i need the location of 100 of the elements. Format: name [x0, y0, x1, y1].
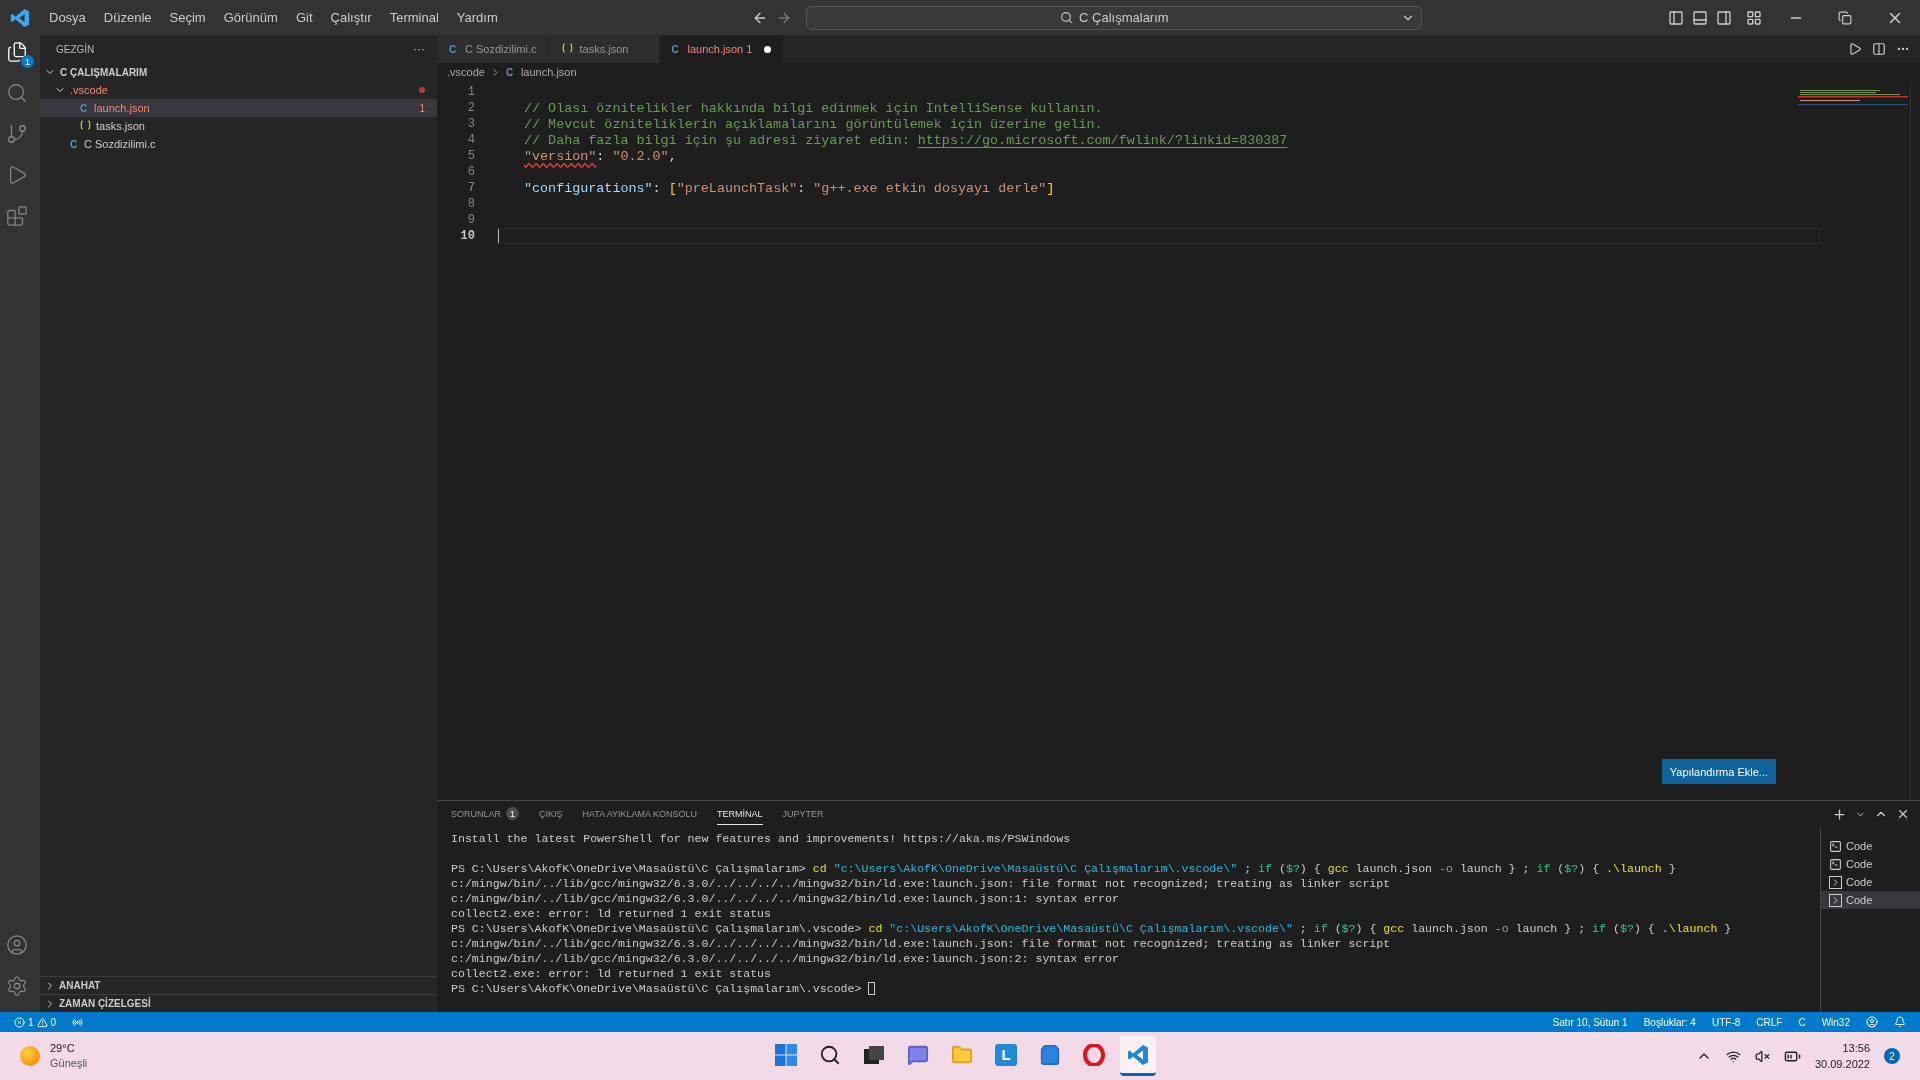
- c-file-icon: C: [70, 138, 80, 150]
- terminal-text: cd: [868, 922, 883, 935]
- status-item[interactable]: Boşluklar: 4: [1637, 1016, 1702, 1028]
- status-item[interactable]: C: [1792, 1016, 1812, 1028]
- search-text: C Çalışmalarım: [1079, 10, 1169, 25]
- warning-count[interactable]: 0: [50, 1016, 57, 1028]
- terminal-text: collect2.exe: error: ld returned 1 exit status: [451, 967, 772, 980]
- code-token: // Daha fazla bilgi için şu adresi ziyaret edin:: [524, 132, 911, 148]
- terminal-icon: [1829, 839, 1842, 853]
- editor-tab[interactable]: tasks.json: [549, 35, 660, 63]
- terminal-text: (: [1556, 862, 1565, 875]
- menu-item[interactable]: Görünüm: [214, 10, 287, 25]
- add-configuration-button[interactable]: Yapılandırma Ekle...: [1661, 759, 1776, 784]
- code-token: ,: [668, 148, 677, 164]
- panel-tab[interactable]: SORUNLAR 1: [451, 802, 519, 826]
- menu-item[interactable]: Yardım: [447, 10, 507, 25]
- line-number: 6: [466, 164, 476, 180]
- terminal-text: PS C:\Users\AkofK\OneDrive\Masaüstü\C Çalışmalarım\.vscode>: [451, 982, 863, 995]
- file-item[interactable]: tasks.json: [40, 117, 437, 135]
- terminal-text: ;: [1298, 922, 1308, 935]
- terminal-text: $?: [1619, 922, 1634, 935]
- folder-item[interactable]: .vscode: [40, 81, 437, 99]
- breadcrumb-item[interactable]: .vscode: [447, 66, 485, 78]
- terminal-text: $?: [1285, 862, 1300, 875]
- editor-tab[interactable]: C launch.json 1: [659, 35, 785, 63]
- terminal-text: gcc: [1327, 862, 1349, 875]
- terminal-text: gcc: [1383, 922, 1405, 935]
- code-token: :: [797, 180, 807, 196]
- clock[interactable]: 13:56 30.09.2022: [1814, 1040, 1870, 1072]
- split-editor-icon[interactable]: [1872, 42, 1886, 56]
- menu-item[interactable]: Dosya: [40, 10, 95, 25]
- more-actions[interactable]: ···: [413, 42, 425, 56]
- terminal-text: if: [1536, 862, 1551, 875]
- task-view-icon: [864, 1045, 884, 1064]
- terminal-text: }: [1723, 922, 1732, 935]
- folder-item[interactable]: C ÇALIŞMALARIM: [40, 63, 437, 81]
- toggle-sidebar-icon[interactable]: [1668, 9, 1684, 26]
- status-item[interactable]: Win32: [1815, 1016, 1856, 1028]
- terminal-instance[interactable]: Code: [1821, 891, 1920, 909]
- wifi-icon[interactable]: [1725, 1048, 1741, 1064]
- file-item[interactable]: C C Sozdizilimi.c: [40, 135, 437, 153]
- menu-item[interactable]: Git: [286, 10, 322, 25]
- folder-icon: [951, 1043, 973, 1066]
- panel-tab[interactable]: ÇIKIŞ: [539, 803, 563, 825]
- terminal-text: $?: [1564, 862, 1579, 875]
- file-item[interactable]: C launch.json 1: [40, 99, 437, 117]
- menu-item[interactable]: Düzenle: [94, 10, 161, 25]
- menu-item[interactable]: Terminal: [380, 10, 448, 25]
- new-terminal-icon[interactable]: [1832, 806, 1847, 822]
- breadcrumb-item[interactable]: launch.json: [520, 66, 577, 78]
- line-number: 2: [466, 100, 476, 116]
- c-file-icon: C: [80, 102, 90, 114]
- search-icon: [819, 1043, 841, 1066]
- code-link[interactable]: https://go.microsoft.com/fwlink/?linkid=830387: [917, 132, 1288, 148]
- status-item[interactable]: Satır 10, Sütun 1: [1546, 1016, 1634, 1028]
- code-token: "configurations": [524, 180, 653, 196]
- notification-badge[interactable]: 2: [1884, 1048, 1900, 1064]
- app-icon: L: [995, 1043, 1017, 1066]
- terminal-text: cd: [812, 862, 827, 875]
- terminal-text: Install the latest PowerShell for new features and improvements! https://aka.ms/PSWindows: [451, 832, 1071, 845]
- code-token: "version": [524, 148, 597, 164]
- chevron-box-icon: [1829, 875, 1842, 889]
- toggle-panel-icon[interactable]: [1692, 9, 1708, 26]
- terminal-text: ) {: [1355, 922, 1378, 935]
- error-count[interactable]: 1: [28, 1016, 34, 1028]
- taskbar-app[interactable]: L: [988, 1036, 1024, 1076]
- terminal-instance[interactable]: Code: [1821, 855, 1920, 873]
- menu-item[interactable]: Çalıştır: [321, 10, 381, 25]
- status-item[interactable]: UTF-8: [1705, 1016, 1747, 1028]
- toggle-secondary-sidebar-icon[interactable]: [1716, 9, 1732, 26]
- line-number: 8: [466, 196, 476, 212]
- terminal-text: -o: [1494, 922, 1509, 935]
- problem-count: 1: [419, 102, 425, 114]
- muted-speaker-icon[interactable]: [1754, 1048, 1770, 1064]
- terminal-text: collect2.exe: error: ld returned 1 exit status: [451, 907, 772, 920]
- section-header[interactable]: ANAHAT: [40, 976, 437, 994]
- terminal-instance[interactable]: Code: [1821, 873, 1920, 891]
- code-token: "0.2.0": [612, 148, 669, 164]
- command-center-search[interactable]: C Çalışmalarım: [806, 5, 1423, 30]
- layout-icon[interactable]: [1746, 9, 1762, 26]
- badge: 1: [21, 55, 34, 68]
- terminal-text: launch } ;: [1458, 862, 1531, 875]
- terminal-text: (: [1333, 922, 1342, 935]
- count-badge: 1: [506, 807, 519, 820]
- code-editor-logo-icon: [1127, 1043, 1149, 1066]
- panel-tab[interactable]: JUPYTER: [782, 803, 824, 825]
- line-number: 1: [466, 84, 476, 100]
- code-token: :: [596, 148, 606, 164]
- run-icon[interactable]: [1848, 42, 1862, 56]
- status-item[interactable]: CRLF: [1750, 1016, 1789, 1028]
- restore-icon[interactable]: [1838, 10, 1852, 25]
- code-token: ]: [1046, 180, 1055, 196]
- panel-tab[interactable]: TERMİNAL: [717, 803, 763, 825]
- editor-tab[interactable]: C C Sozdizilimi.c: [437, 35, 550, 63]
- close-icon[interactable]: [1896, 807, 1910, 821]
- text-cursor: [498, 229, 499, 243]
- panel-tab[interactable]: HATA AYIKLAMA KONSOLU: [582, 803, 698, 825]
- menu-item[interactable]: Seçim: [160, 10, 215, 25]
- terminal-instance[interactable]: Code: [1821, 837, 1920, 855]
- terminal-text: -o: [1439, 862, 1453, 875]
